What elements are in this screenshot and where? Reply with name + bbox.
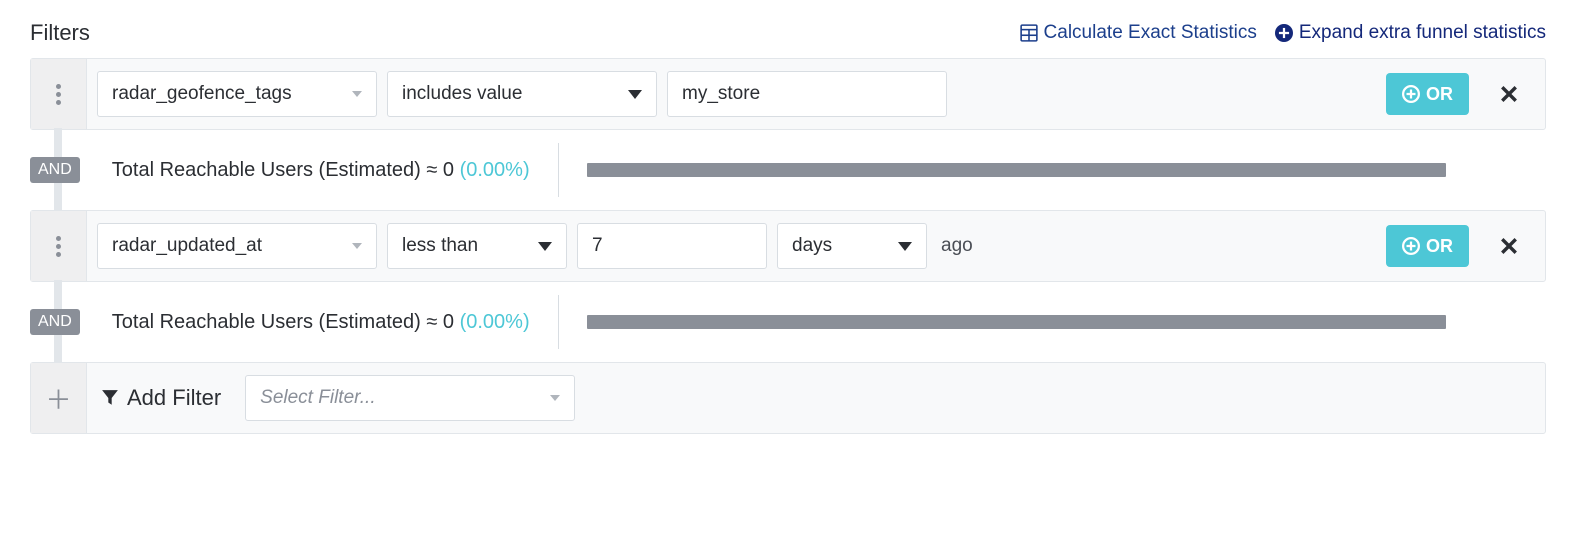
plus-circle-icon <box>1402 237 1420 255</box>
caret-down-icon <box>550 395 560 401</box>
filter-value-text: 7 <box>592 235 603 257</box>
add-filter-text: Add Filter <box>127 385 221 411</box>
stat-percent: (0.00%) <box>460 159 530 181</box>
divider <box>558 295 559 349</box>
calculate-stats-label: Calculate Exact Statistics <box>1044 22 1257 44</box>
filter-value-input[interactable]: 7 <box>577 223 767 269</box>
add-filter-select[interactable]: Select Filter... <box>245 375 575 421</box>
or-button[interactable]: OR <box>1386 73 1469 115</box>
add-filter-label: Add Filter <box>101 385 221 411</box>
remove-filter-button[interactable] <box>1489 226 1529 266</box>
caret-down-icon <box>628 90 642 99</box>
or-label: OR <box>1426 84 1453 105</box>
expand-stats-label: Expand extra funnel statistics <box>1299 22 1546 44</box>
stat-row: AND Total Reachable Users (Estimated) ≈ … <box>30 130 1546 210</box>
caret-down-icon <box>352 91 362 97</box>
filter-unit-select[interactable]: days <box>777 223 927 269</box>
filter-field-value: radar_geofence_tags <box>112 83 292 105</box>
page-title: Filters <box>30 20 90 46</box>
or-button[interactable]: OR <box>1386 225 1469 267</box>
stat-text: Total Reachable Users (Estimated) ≈ 0 (0… <box>112 159 530 182</box>
or-label: OR <box>1426 236 1453 257</box>
filter-field-select[interactable]: radar_updated_at <box>97 223 377 269</box>
filter-operator-value: less than <box>402 235 478 257</box>
drag-handle[interactable] <box>31 211 87 281</box>
caret-down-icon <box>898 242 912 251</box>
filter-operator-select[interactable]: includes value <box>387 71 657 117</box>
filter-operator-value: includes value <box>402 83 522 105</box>
filter-row: radar_geofence_tags includes value my_st… <box>30 58 1546 130</box>
calculate-stats-link[interactable]: Calculate Exact Statistics <box>1020 22 1257 44</box>
filter-field-value: radar_updated_at <box>112 235 262 257</box>
filter-operator-select[interactable]: less than <box>387 223 567 269</box>
filter-value-text: my_store <box>682 83 760 105</box>
close-icon <box>1500 237 1518 255</box>
expand-stats-link[interactable]: Expand extra funnel statistics <box>1275 22 1546 44</box>
stat-row: AND Total Reachable Users (Estimated) ≈ … <box>30 282 1546 362</box>
drag-dots-icon <box>56 236 61 257</box>
stat-count: Total Reachable Users (Estimated) ≈ 0 <box>112 159 454 181</box>
filter-value-input[interactable]: my_store <box>667 71 947 117</box>
caret-down-icon <box>352 243 362 249</box>
caret-down-icon <box>538 242 552 251</box>
stat-text: Total Reachable Users (Estimated) ≈ 0 (0… <box>112 311 530 334</box>
add-filter-handle[interactable]: ＋ <box>31 363 87 433</box>
stat-bar <box>587 315 1446 329</box>
plus-circle-icon <box>1402 85 1420 103</box>
close-icon <box>1500 85 1518 103</box>
divider <box>558 143 559 197</box>
stat-count: Total Reachable Users (Estimated) ≈ 0 <box>112 311 454 333</box>
filter-unit-value: days <box>792 235 832 257</box>
filter-field-select[interactable]: radar_geofence_tags <box>97 71 377 117</box>
stat-percent: (0.00%) <box>460 311 530 333</box>
filter-suffix: ago <box>941 235 973 257</box>
calculator-icon <box>1020 24 1038 42</box>
drag-handle[interactable] <box>31 59 87 129</box>
drag-dots-icon <box>56 84 61 105</box>
add-filter-row: ＋ Add Filter Select Filter... <box>30 362 1546 434</box>
remove-filter-button[interactable] <box>1489 74 1529 114</box>
and-badge: AND <box>30 157 80 183</box>
funnel-icon <box>101 389 119 407</box>
stat-bar <box>587 163 1446 177</box>
plus-circle-icon <box>1275 24 1293 42</box>
and-badge: AND <box>30 309 80 335</box>
add-filter-placeholder: Select Filter... <box>260 387 375 409</box>
filter-row: radar_updated_at less than 7 days ago OR <box>30 210 1546 282</box>
plus-icon: ＋ <box>45 380 71 417</box>
